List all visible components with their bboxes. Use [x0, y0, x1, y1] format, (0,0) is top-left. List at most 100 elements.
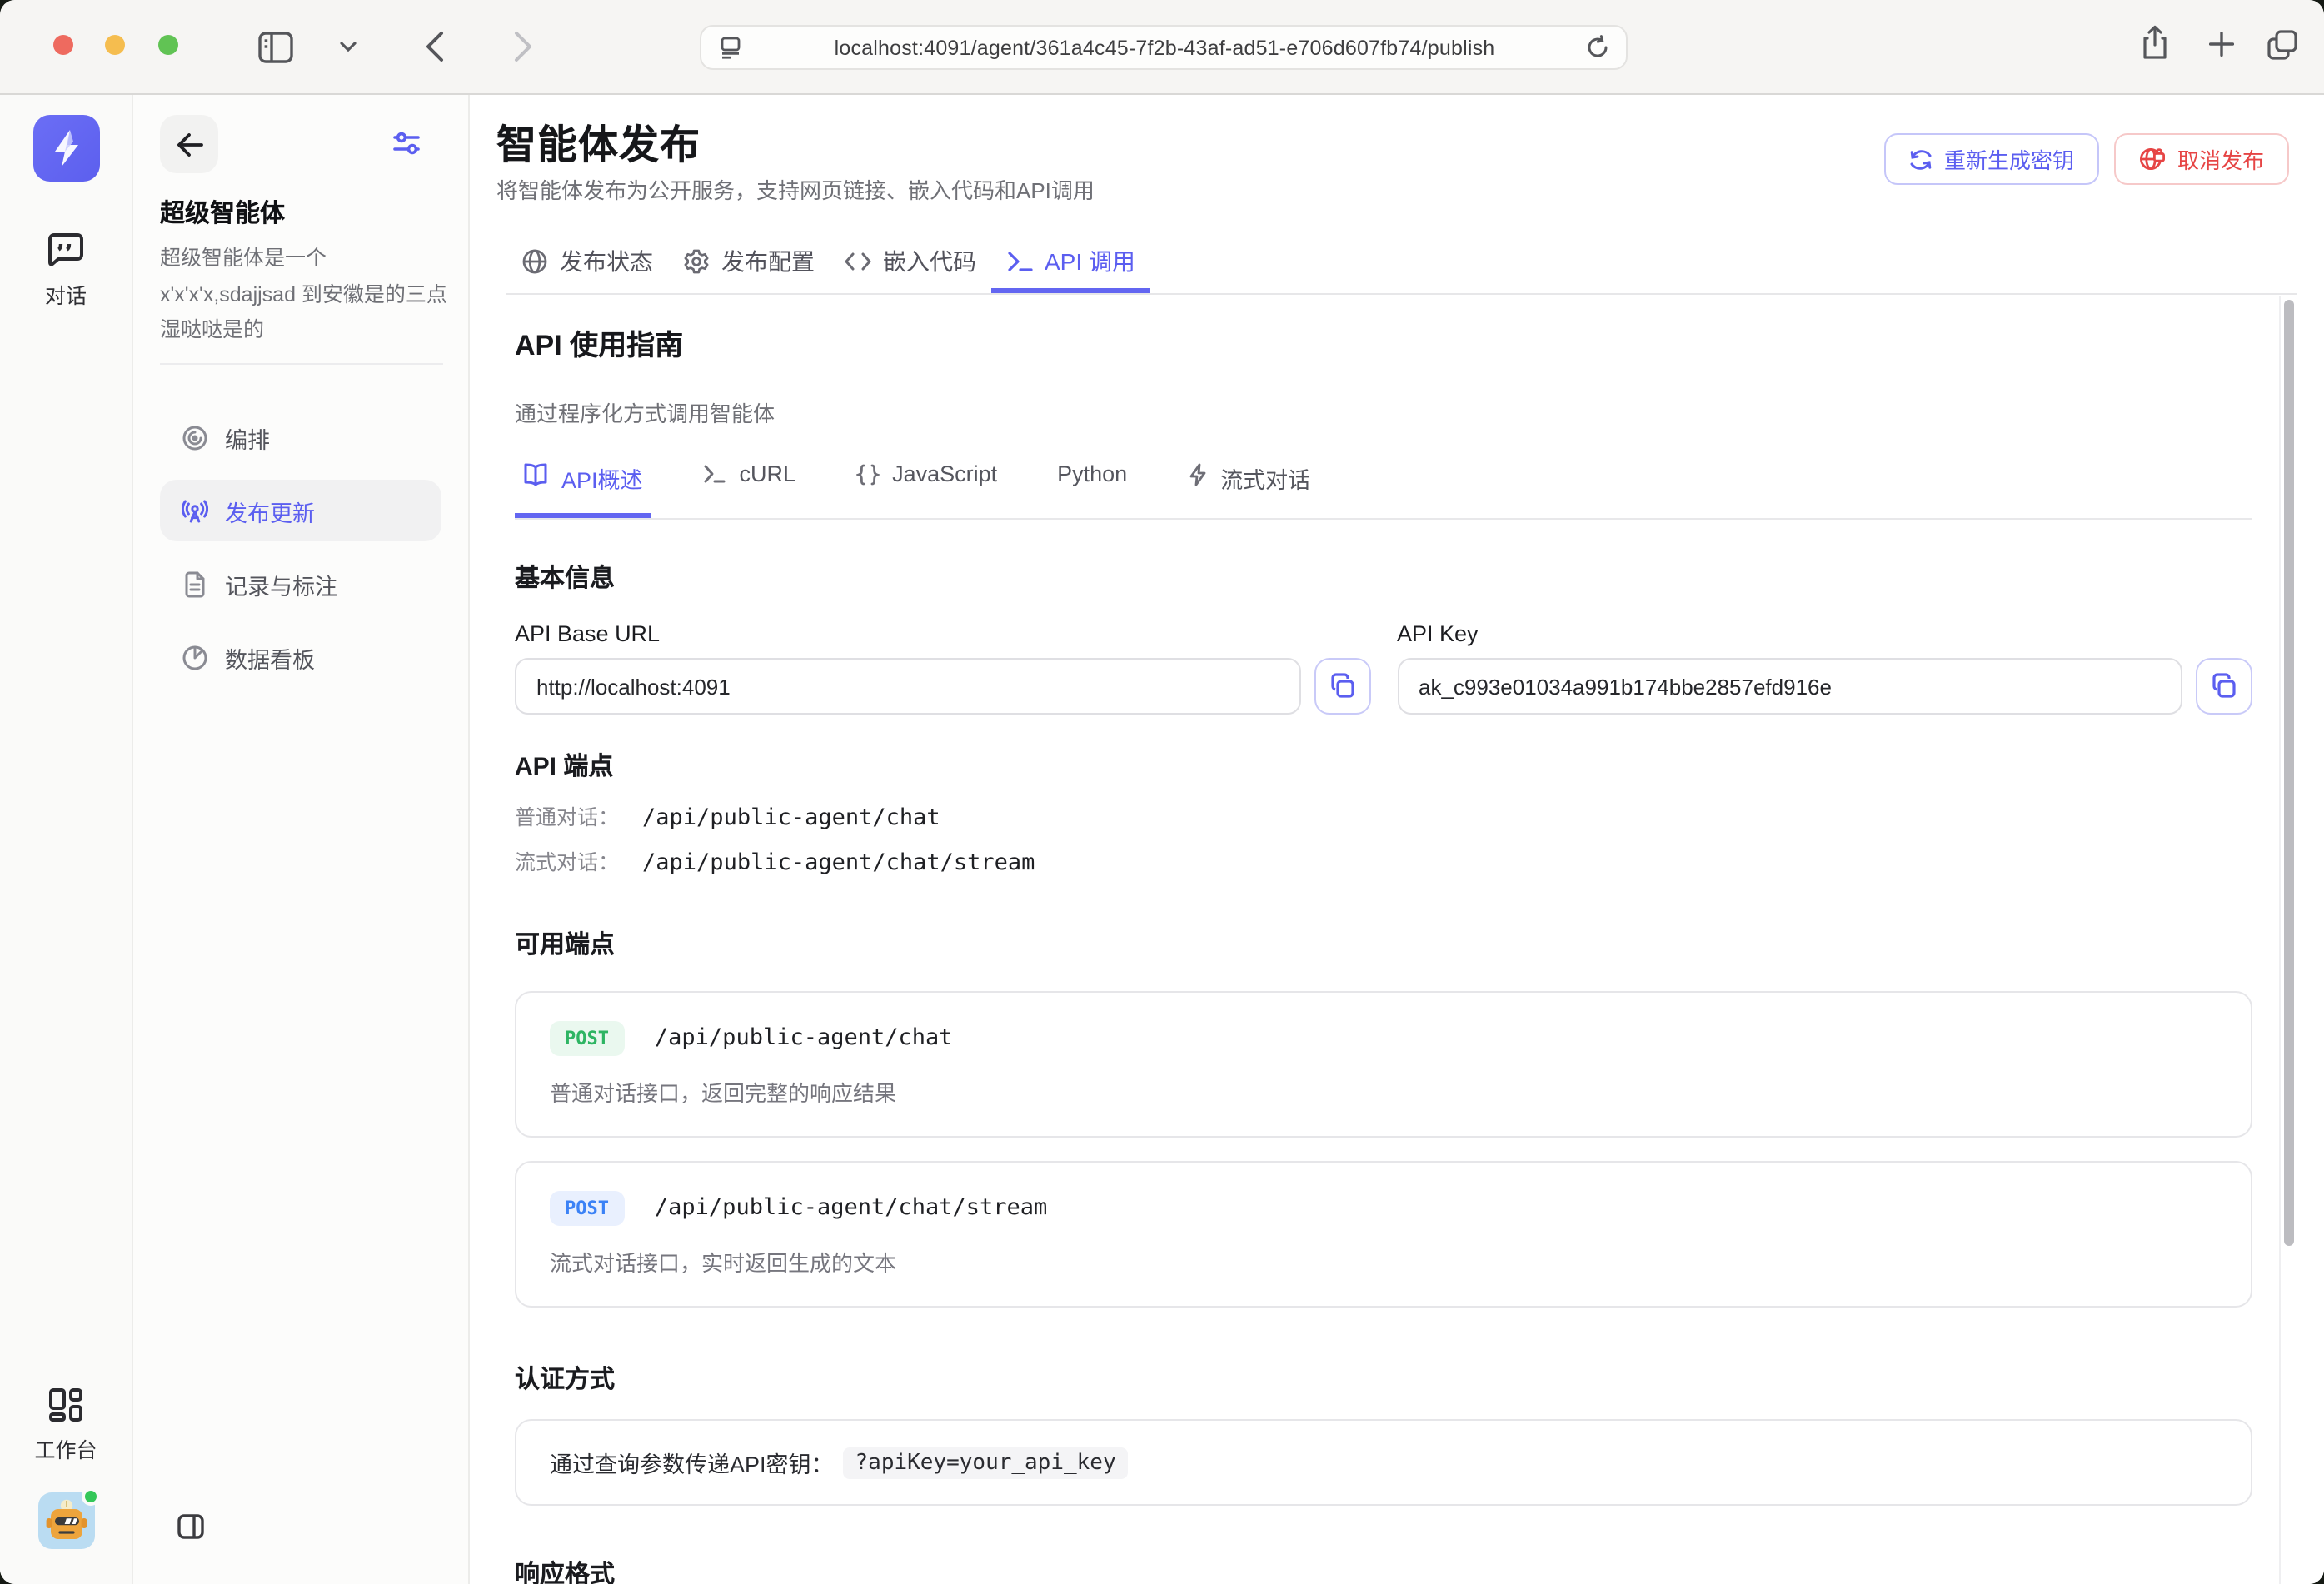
browser-chrome: localhost:4091/agent/361a4c45-7f2b-43af-… — [0, 0, 2324, 95]
endpoint-line-stream: 流式对话： /api/public-agent/chat/stream — [515, 841, 2252, 886]
address-bar[interactable]: localhost:4091/agent/361a4c45-7f2b-43af-… — [700, 25, 1628, 70]
book-open-icon — [523, 463, 548, 486]
browser-window: localhost:4091/agent/361a4c45-7f2b-43af-… — [0, 0, 2324, 1584]
endpoint-label: 流式对话： — [515, 851, 619, 874]
gear-icon — [683, 247, 710, 274]
publish-tabs: 发布状态 发布配置 嵌入代码 API 调用 — [506, 228, 2297, 295]
zoom-window-button[interactable] — [158, 35, 178, 55]
app-logo[interactable] — [32, 115, 99, 182]
back-button[interactable] — [425, 30, 445, 63]
file-text-icon — [182, 570, 208, 597]
chevron-down-icon[interactable] — [340, 40, 357, 53]
copy-api-key-button[interactable] — [2196, 658, 2252, 715]
back-to-list-button[interactable] — [160, 115, 218, 173]
api-endpoints-title: API 端点 — [515, 748, 2252, 783]
guide-tab-label: cURL — [740, 461, 796, 486]
sidebar-item-label: 数据看板 — [225, 640, 315, 674]
lightning-bolt-icon — [44, 127, 87, 170]
copy-base-url-button[interactable] — [1314, 658, 1370, 715]
chat-bubble-icon — [45, 230, 87, 270]
left-rail: 对话 工作台 — [0, 95, 133, 1584]
regenerate-key-label: 重新生成密钥 — [1944, 143, 2074, 175]
tab-overview-icon[interactable] — [2266, 28, 2299, 62]
base-url-input[interactable] — [515, 658, 1300, 715]
sidebar-toggle-icon[interactable] — [257, 28, 295, 67]
page-subtitle: 将智能体发布为公开服务，支持网页链接、嵌入代码和API调用 — [496, 173, 1095, 205]
auth-method-title: 认证方式 — [515, 1361, 2252, 1396]
guide-tab-javascript[interactable]: JavaScript — [847, 461, 1005, 518]
sidebar-item-label: 编排 — [225, 421, 270, 454]
endpoint-description: 流式对话接口，实时返回生成的文本 — [550, 1246, 2217, 1278]
header-actions: 重新生成密钥 取消发布 — [1884, 133, 2289, 185]
guide-tab-label: API概述 — [561, 461, 643, 495]
share-icon[interactable] — [2141, 25, 2169, 62]
response-format-title: 响应格式 — [515, 1556, 2252, 1584]
sidebar-divider — [160, 363, 443, 365]
new-tab-icon[interactable] — [2209, 32, 2234, 57]
tab-embed-code[interactable]: 嵌入代码 — [830, 228, 991, 293]
guide-tab-stream[interactable]: 流式对话 — [1179, 461, 1319, 518]
sidebar-item-publish[interactable]: 发布更新 — [160, 480, 441, 541]
reload-icon[interactable] — [1586, 35, 1609, 60]
sidebar-menu: 编排 发布更新 记录与标注 数据看板 — [160, 406, 441, 688]
forward-button[interactable] — [513, 30, 533, 63]
collapse-sidebar-icon[interactable] — [177, 1512, 205, 1541]
available-endpoints-title: 可用端点 — [515, 926, 2252, 961]
agent-settings-sliders-icon[interactable] — [393, 130, 420, 157]
auth-method-text: 通过查询参数传递API密钥： — [550, 1446, 834, 1479]
sidebar-item-orchestrate[interactable]: 编排 — [160, 406, 441, 468]
braces-icon — [855, 463, 879, 486]
tab-publish-config[interactable]: 发布配置 — [668, 228, 830, 293]
online-status-dot — [81, 1487, 99, 1506]
sidebar-item-dashboard[interactable]: 数据看板 — [160, 626, 441, 688]
regenerate-key-button[interactable]: 重新生成密钥 — [1884, 133, 2099, 185]
guide-tab-overview[interactable]: API概述 — [515, 461, 651, 518]
cancel-publish-label: 取消发布 — [2177, 143, 2264, 175]
tab-api-call[interactable]: API 调用 — [991, 228, 1150, 293]
rail-item-workbench[interactable]: 工作台 — [34, 1386, 97, 1464]
sidebar-item-label: 发布更新 — [225, 494, 315, 527]
guide-tab-curl[interactable]: cURL — [695, 461, 805, 518]
endpoint-path: /api/public-agent/chat/stream — [642, 849, 1035, 876]
refresh-icon — [1909, 147, 1933, 171]
api-guide-panel: API 使用指南 通过程序化方式调用智能体 API概述 cURL JavaScr… — [470, 295, 2324, 1584]
endpoint-description: 普通对话接口，返回完整的响应结果 — [550, 1076, 2217, 1108]
orchestrate-icon — [182, 424, 208, 451]
minimize-window-button[interactable] — [105, 35, 125, 55]
tab-label: 发布配置 — [721, 244, 815, 277]
main-panel: 智能体发布 将智能体发布为公开服务，支持网页链接、嵌入代码和API调用 重新生成… — [470, 95, 2324, 1584]
api-key-input[interactable] — [1397, 658, 2182, 715]
endpoint-path: /api/public-agent/chat/stream — [655, 1194, 1047, 1221]
scrollbar-thumb[interactable] — [2284, 300, 2294, 1246]
user-avatar[interactable] — [37, 1492, 94, 1549]
guide-tab-label: 流式对话 — [1220, 461, 1310, 495]
sidebar-item-label: 记录与标注 — [225, 567, 337, 600]
basic-info-fields: API Base URL API Key — [515, 621, 2252, 715]
copy-icon — [1329, 673, 1355, 700]
sidebar-item-records[interactable]: 记录与标注 — [160, 553, 441, 615]
rail-item-chat-label: 对话 — [45, 278, 87, 310]
reader-mode-icon[interactable] — [718, 35, 743, 60]
base-url-label: API Base URL — [515, 621, 1370, 646]
terminal-icon — [1006, 249, 1033, 272]
guide-tab-label: Python — [1057, 461, 1127, 486]
endpoint-card-chat: POST /api/public-agent/chat 普通对话接口，返回完整的… — [515, 991, 2252, 1138]
api-endpoints-list: 普通对话：/api/public-agent/chat 流式对话：/api/pu… — [515, 796, 2252, 886]
guide-tab-label: JavaScript — [892, 461, 997, 486]
guide-title: API 使用指南 — [515, 321, 2252, 363]
endpoint-card-stream: POST /api/public-agent/chat/stream 流式对话接… — [515, 1161, 2252, 1308]
page-title: 智能体发布 — [496, 112, 701, 170]
rail-item-chat[interactable]: 对话 — [45, 230, 87, 310]
globe-icon — [521, 247, 548, 274]
terminal-icon — [703, 463, 726, 485]
guide-tab-python[interactable]: Python — [1049, 461, 1135, 518]
auth-method-card: 通过查询参数传递API密钥： ?apiKey=your_api_key — [515, 1419, 2252, 1506]
cancel-publish-button[interactable]: 取消发布 — [2114, 133, 2289, 185]
method-badge: POST — [550, 1191, 624, 1226]
close-window-button[interactable] — [53, 35, 73, 55]
endpoint-label: 普通对话： — [515, 806, 619, 829]
tab-publish-status[interactable]: 发布状态 — [506, 228, 668, 293]
url-text: localhost:4091/agent/361a4c45-7f2b-43af-… — [743, 36, 1586, 59]
auth-code-chip: ?apiKey=your_api_key — [844, 1447, 1128, 1478]
arrow-left-icon — [174, 131, 204, 157]
